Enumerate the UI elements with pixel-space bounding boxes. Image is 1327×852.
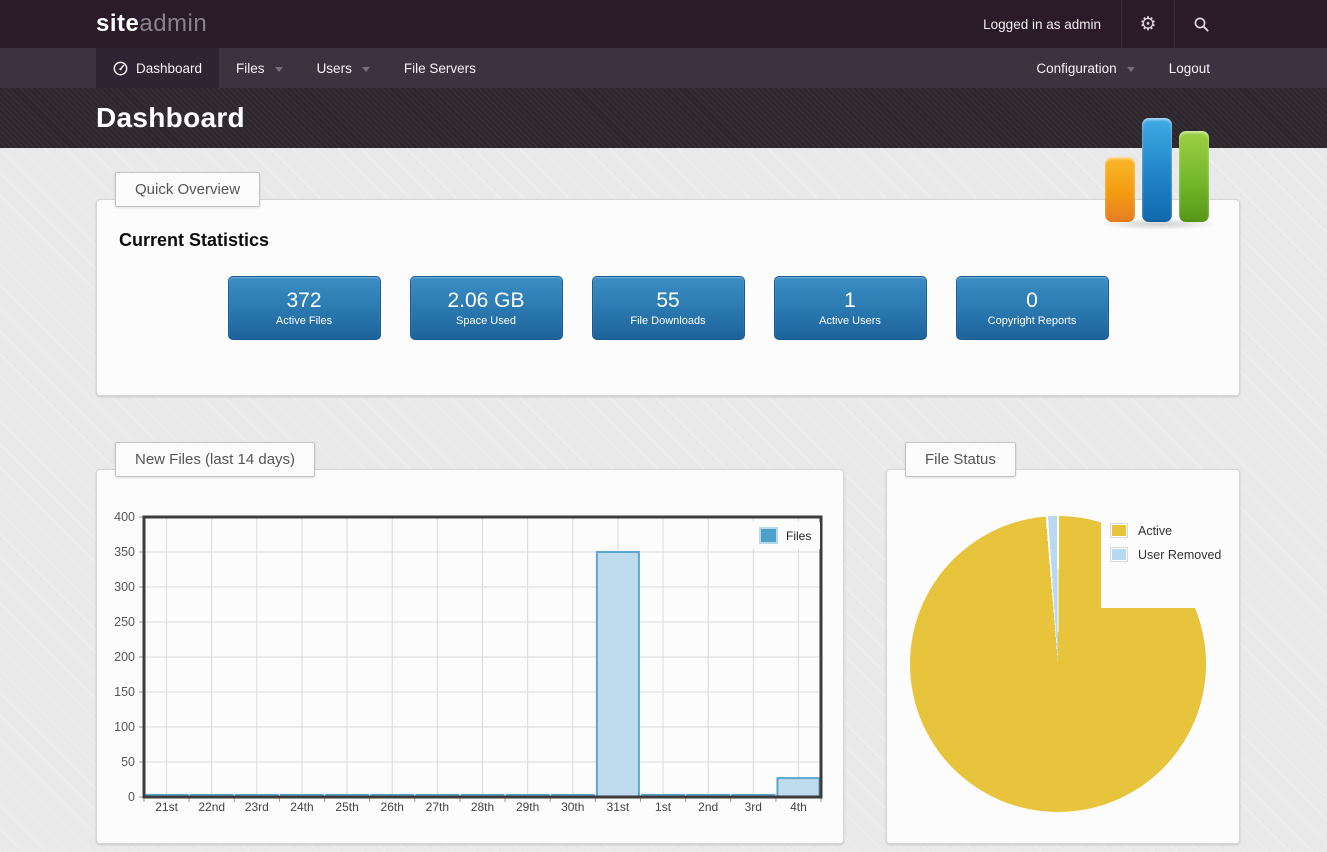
- brand-logo-bold: site: [96, 10, 139, 37]
- nav-right-group: Configuration Logout: [1019, 48, 1227, 88]
- bar-chart-logo-icon: [1105, 118, 1209, 222]
- stat-label: Active Files: [276, 314, 332, 328]
- stat-label: Copyright Reports: [988, 314, 1077, 328]
- logged-in-status: Logged in as admin: [963, 17, 1121, 32]
- nav-item-logout[interactable]: Logout: [1152, 48, 1227, 88]
- page-title: Dashboard: [96, 102, 245, 134]
- legend-swatch-files: [760, 528, 777, 543]
- stat-box-space-used: 2.06 GBSpace Used: [410, 276, 563, 340]
- quick-overview-panel: Current Statistics 372Active Files 2.06 G…: [96, 199, 1240, 396]
- nav-item-users[interactable]: Users: [300, 48, 387, 88]
- page-header-band: Dashboard: [0, 88, 1327, 148]
- nav-item-file-servers[interactable]: File Servers: [387, 48, 493, 88]
- logo-bar-blue: [1142, 118, 1172, 222]
- legend-label: User Removed: [1138, 548, 1221, 562]
- svg-text:28th: 28th: [471, 800, 494, 814]
- topbar: siteadmin Logged in as admin ⚙: [0, 0, 1327, 48]
- svg-text:4th: 4th: [790, 800, 807, 814]
- svg-text:25th: 25th: [335, 800, 358, 814]
- svg-text:29th: 29th: [516, 800, 539, 814]
- chevron-down-icon: [1127, 67, 1135, 72]
- svg-text:200: 200: [114, 650, 135, 664]
- stat-box-copyright-reports: 0Copyright Reports: [956, 276, 1109, 340]
- legend-swatch-user-removed: [1110, 547, 1128, 562]
- charts-row: New Files (last 14 days) 0 50 100 150 200 250…: [96, 442, 1240, 844]
- legend-label-files: Files: [786, 529, 811, 543]
- file-status-section: File Status Active User Removed: [886, 442, 1240, 844]
- nav-item-label: Users: [317, 61, 352, 76]
- stat-box-active-users: 1Active Users: [774, 276, 927, 340]
- logo-bar-green: [1179, 131, 1209, 222]
- svg-text:30th: 30th: [561, 800, 584, 814]
- nav-item-configuration[interactable]: Configuration: [1019, 48, 1151, 88]
- file-status-pie-panel: Active User Removed: [886, 469, 1240, 844]
- nav-left-group: Dashboard Files Users File Servers: [96, 48, 493, 88]
- quick-overview-tab[interactable]: Quick Overview: [115, 172, 260, 207]
- svg-text:300: 300: [114, 580, 135, 594]
- svg-text:50: 50: [121, 755, 135, 769]
- svg-text:400: 400: [114, 510, 135, 524]
- quick-overview-section: Quick Overview Current Statistics 372Act…: [96, 172, 1240, 396]
- logo-bar-orange: [1105, 157, 1135, 222]
- svg-text:21st: 21st: [155, 800, 178, 814]
- stat-label: Active Users: [819, 314, 881, 328]
- nav-item-files[interactable]: Files: [219, 48, 300, 88]
- bar-chart-legend: Files: [752, 522, 820, 549]
- brand-logo-light: admin: [139, 10, 207, 37]
- svg-text:1st: 1st: [655, 800, 672, 814]
- svg-text:31st: 31st: [607, 800, 630, 814]
- stat-label: Space Used: [456, 314, 516, 328]
- file-status-tab[interactable]: File Status: [905, 442, 1016, 477]
- svg-text:100: 100: [114, 720, 135, 734]
- chevron-down-icon: [275, 67, 283, 72]
- nav-item-dashboard[interactable]: Dashboard: [96, 48, 219, 88]
- stat-box-file-downloads: 55File Downloads: [592, 276, 745, 340]
- svg-text:2nd: 2nd: [698, 800, 718, 814]
- legend-entry-user-removed: User Removed: [1110, 547, 1238, 562]
- main-navbar: Dashboard Files Users File Servers Configur…: [0, 48, 1327, 88]
- settings-gear-icon[interactable]: ⚙: [1122, 0, 1174, 48]
- new-files-tab[interactable]: New Files (last 14 days): [115, 442, 315, 477]
- stat-box-active-files: 372Active Files: [228, 276, 381, 340]
- new-files-chart-panel: 0 50 100 150 200 250 300 350 400 21st 22nd 23rd 24th…: [96, 469, 844, 844]
- nav-item-label: Configuration: [1036, 61, 1116, 76]
- svg-text:3rd: 3rd: [745, 800, 762, 814]
- topbar-right: Logged in as admin ⚙: [963, 0, 1227, 48]
- stat-label: File Downloads: [630, 314, 705, 328]
- nav-item-label: Dashboard: [136, 61, 202, 76]
- new-files-section: New Files (last 14 days) 0 50 100 150 200 250…: [96, 442, 844, 844]
- nav-item-label: Files: [236, 61, 265, 76]
- search-icon-button[interactable]: [1175, 0, 1227, 48]
- stat-value: 372: [286, 288, 321, 314]
- stat-value: 2.06 GB: [447, 288, 524, 314]
- svg-text:150: 150: [114, 685, 135, 699]
- search-icon: [1193, 16, 1210, 33]
- svg-text:0: 0: [128, 790, 135, 804]
- dashboard-gauge-icon: [113, 61, 128, 76]
- main-content: Quick Overview Current Statistics 372Act…: [0, 172, 1327, 844]
- chevron-down-icon: [362, 67, 370, 72]
- nav-item-label: Logout: [1169, 61, 1210, 76]
- svg-text:350: 350: [114, 545, 135, 559]
- gear-icon: ⚙: [1139, 15, 1156, 34]
- current-statistics-heading: Current Statistics: [119, 230, 1217, 251]
- svg-text:26th: 26th: [381, 800, 404, 814]
- brand-logo[interactable]: siteadmin: [96, 10, 207, 38]
- svg-text:23rd: 23rd: [245, 800, 269, 814]
- stat-value: 1: [844, 288, 856, 314]
- pie-legend: Active User Removed: [1101, 510, 1238, 608]
- svg-text:250: 250: [114, 615, 135, 629]
- legend-entry-active: Active: [1110, 523, 1238, 538]
- stat-value: 55: [656, 288, 679, 314]
- new-files-bar-chart: 0 50 100 150 200 250 300 350 400 21st 22nd 23rd 24th…: [97, 470, 843, 843]
- legend-swatch-active: [1110, 523, 1128, 538]
- stat-value: 0: [1026, 288, 1038, 314]
- legend-label: Active: [1138, 524, 1172, 538]
- nav-item-label: File Servers: [404, 61, 476, 76]
- stats-row: 372Active Files 2.06 GBSpace Used 55File D…: [119, 276, 1217, 340]
- svg-text:24th: 24th: [290, 800, 313, 814]
- svg-text:22nd: 22nd: [198, 800, 225, 814]
- svg-text:27th: 27th: [426, 800, 449, 814]
